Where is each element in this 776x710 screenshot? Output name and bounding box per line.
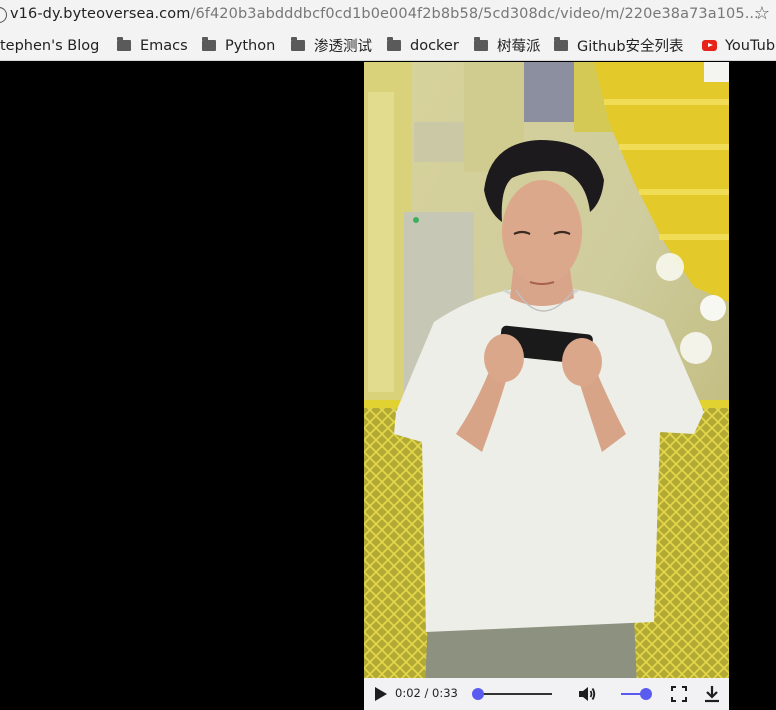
volume-icon[interactable] — [577, 684, 597, 704]
folder-icon — [291, 37, 305, 51]
seek-bar[interactable] — [477, 693, 552, 695]
bookmark-label: YouTub — [725, 37, 776, 54]
video-controls: 0:02 / 0:33 — [364, 678, 729, 710]
star-icon[interactable]: ☆ — [754, 4, 770, 24]
play-icon[interactable] — [375, 687, 387, 701]
youtube-icon — [702, 40, 717, 51]
bookmark-label: Emacs — [140, 37, 188, 54]
bookmark-label: Github安全列表 — [577, 39, 684, 55]
bookmarks-bar: tephen's Blog Emacs Python 渗透测试 docker 树… — [0, 31, 776, 61]
info-icon[interactable] — [0, 7, 7, 23]
bookmark-label: 树莓派 — [497, 39, 541, 55]
bookmark-youtube[interactable]: YouTub — [702, 31, 775, 60]
bookmark-folder-github-security[interactable]: Github安全列表 — [554, 31, 684, 60]
bookmark-folder-docker[interactable]: docker — [387, 31, 459, 60]
bookmark-folder-raspberry-pi[interactable]: 树莓派 — [474, 31, 541, 60]
seek-thumb[interactable] — [472, 688, 484, 700]
bookmark-stephens-blog[interactable]: tephen's Blog — [0, 31, 99, 60]
volume-slider[interactable] — [621, 693, 641, 695]
folder-icon — [554, 37, 568, 51]
folder-icon — [387, 37, 401, 51]
folder-icon — [117, 37, 131, 51]
video-player[interactable] — [364, 62, 729, 710]
volume-thumb[interactable] — [640, 688, 652, 700]
fullscreen-icon[interactable] — [671, 686, 687, 702]
bookmark-folder-pentest[interactable]: 渗透测试 — [291, 31, 372, 60]
bookmark-folder-emacs[interactable]: Emacs — [117, 31, 188, 60]
folder-icon — [474, 37, 488, 51]
url-path: /6f420b3abdddbcf0cd1b0e004f2b8b58/5cd308… — [190, 6, 759, 22]
url-host: v16-dy.byteoversea.com — [10, 6, 191, 22]
time-display: 0:02 / 0:33 — [395, 686, 458, 700]
bookmark-folder-python[interactable]: Python — [202, 31, 275, 60]
address-bar[interactable]: v16-dy.byteoversea.com/6f420b3abdddbcf0c… — [0, 0, 776, 31]
bookmark-label: docker — [410, 37, 459, 54]
bookmark-label: 渗透测试 — [314, 39, 372, 55]
url-text[interactable]: v16-dy.byteoversea.com/6f420b3abdddbcf0c… — [10, 6, 759, 22]
bookmark-label: tephen's Blog — [0, 37, 100, 54]
download-icon[interactable] — [704, 685, 720, 703]
video-frame — [364, 62, 729, 710]
bookmark-label: Python — [225, 37, 276, 54]
folder-icon — [202, 37, 216, 51]
